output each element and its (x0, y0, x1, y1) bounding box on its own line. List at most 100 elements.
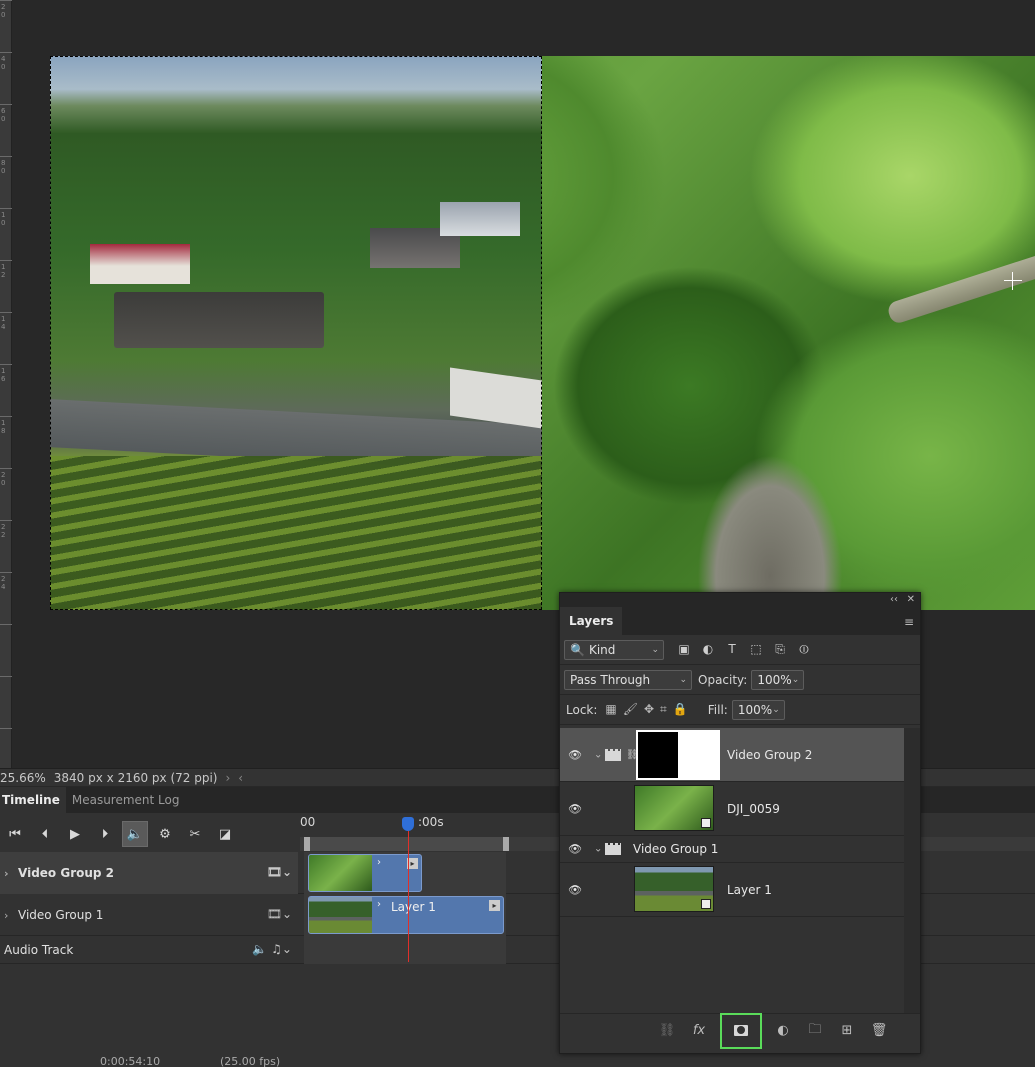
current-timecode: 0:00:54:10 (100, 1055, 161, 1067)
chevron-right-icon[interactable]: › (4, 867, 18, 880)
ruler-tick (0, 572, 12, 573)
ruler-label: 8 (1, 427, 6, 435)
film-menu-icon[interactable]: 🎞⌄ (267, 907, 292, 921)
ruler-label: 0 (1, 63, 6, 71)
aerial-video-frame (50, 56, 542, 610)
new-group-icon[interactable]: 🗀 (804, 1020, 826, 1042)
lock-position-icon[interactable]: ✥ (644, 702, 654, 717)
filter-shape-icon[interactable]: ⬚ (748, 642, 764, 657)
ruler-tick (0, 208, 12, 209)
blend-mode-select[interactable]: Pass Through ⌄ (564, 669, 692, 690)
layer-row[interactable]: 👁 ⌄ ⛓ Video Group 2 (560, 728, 904, 782)
close-icon[interactable]: ✕ (907, 593, 915, 607)
add-mask-icon[interactable] (720, 1012, 762, 1049)
timeline-clip[interactable]: › ▸ (308, 854, 422, 892)
work-area-bar[interactable] (304, 837, 509, 851)
document-canvas[interactable] (50, 56, 1035, 610)
filter-kind-select[interactable]: 🔍 Kind ⌄ (564, 639, 664, 660)
eye-icon[interactable]: 👁 (568, 883, 582, 896)
audio-playback-icon[interactable]: 🔈 (122, 821, 148, 847)
audio-menu-icon[interactable]: 🔈 ♫⌄ (252, 942, 292, 956)
ruler-tick (0, 416, 12, 417)
filter-toggle-icon[interactable]: ⏼ (796, 642, 812, 657)
zoom-level[interactable]: 25.66% (0, 771, 46, 785)
chevron-right-icon[interactable]: › (377, 899, 381, 910)
eye-icon[interactable]: 👁 (568, 802, 582, 815)
new-layer-icon[interactable]: ⊞ (836, 1020, 858, 1042)
document-info: 3840 px x 2160 px (72 ppi) (53, 770, 218, 785)
fx-icon[interactable]: fx (688, 1020, 710, 1042)
ruler-label: 8 (1, 159, 6, 167)
next-frame-icon[interactable]: ⏵ (90, 821, 120, 847)
ruler-label: 0 (1, 167, 6, 175)
go-to-first-frame-icon[interactable]: ⏮ (0, 821, 30, 847)
lock-artboard-icon[interactable]: ⌗ (660, 702, 667, 717)
transition-icon[interactable]: ◪ (210, 821, 240, 847)
ruler-label: 0 (1, 115, 6, 123)
layer-thumbnail[interactable] (634, 866, 714, 912)
play-icon[interactable]: ▶ (60, 821, 90, 847)
ruler-tick (0, 728, 12, 729)
eye-icon[interactable]: 👁 (568, 843, 582, 856)
status-arrow-icon[interactable]: › (225, 771, 230, 785)
lock-brush-icon[interactable]: 🖌 (623, 702, 638, 717)
layer-thumbnail[interactable] (634, 785, 714, 831)
ruler-label: 2 (1, 523, 6, 531)
ruler-tick (0, 364, 12, 365)
search-icon: 🔍 (570, 642, 585, 657)
filter-adjustment-icon[interactable]: ◐ (700, 642, 716, 657)
blend-row: Pass Through ⌄ Opacity: 100% ⌄ (560, 665, 920, 695)
lock-row: Lock: ▦ 🖌 ✥ ⌗ 🔒 Fill: 100% ⌄ (560, 695, 920, 725)
split-scissors-icon[interactable]: ✂ (180, 821, 210, 847)
ruler-tick (0, 260, 12, 261)
layer-row[interactable]: 👁 ⌄ Video Group 1 (560, 836, 904, 863)
previous-frame-icon[interactable]: ⏴ (30, 821, 60, 847)
chevron-down-icon: ⌄ (651, 644, 659, 655)
clip-menu-icon[interactable]: ▸ (489, 900, 500, 911)
ruler-tick (0, 520, 12, 521)
track-name: Video Group 2 (18, 866, 115, 880)
chevron-down-icon[interactable]: ⌄ (792, 675, 800, 685)
fill-field[interactable]: 100% ⌄ (731, 699, 785, 720)
video-group-icon (605, 843, 621, 855)
chevron-down-icon[interactable]: ⌄ (772, 705, 780, 715)
ruler-tick (0, 52, 12, 53)
delete-icon[interactable]: 🗑 (868, 1020, 890, 1042)
layers-panel: ‹‹ ✕ Layers ≡ 🔍 Kind ⌄ ▣ ◐ T ⬚ ⎘ ⏼ Pass … (559, 592, 921, 1054)
filter-pixel-icon[interactable]: ▣ (676, 642, 692, 657)
ruler-label: 4 (1, 55, 6, 63)
vertical-ruler: 204060801012141618202224 (0, 0, 12, 768)
status-back-icon[interactable]: ‹ (238, 771, 243, 785)
chevron-right-icon[interactable]: › (4, 909, 18, 922)
link-icon[interactable]: ⛓ (656, 1020, 678, 1042)
film-menu-icon[interactable]: 🎞⌄ (267, 865, 292, 879)
lock-transparency-icon[interactable]: ▦ (605, 702, 616, 717)
settings-gear-icon[interactable]: ⚙ (150, 821, 180, 847)
chevron-down-icon[interactable]: ⌄ (594, 844, 602, 855)
ruler-tick (0, 676, 12, 677)
panel-menu-icon[interactable]: ≡ (904, 615, 914, 629)
tab-layers[interactable]: Layers (560, 607, 623, 635)
collapse-icon[interactable]: ‹‹ (890, 593, 898, 607)
blend-mode-value: Pass Through (570, 672, 651, 687)
ruler-tick (0, 156, 12, 157)
filter-type-icon[interactable]: T (724, 642, 740, 657)
filter-smart-object-icon[interactable]: ⎘ (772, 642, 788, 657)
layers-scrollbar[interactable] (904, 728, 920, 1013)
layer-list: 👁 ⌄ ⛓ Video Group 2 👁 DJI_0059 👁 ⌄ Video… (560, 728, 904, 1013)
filter-row: 🔍 Kind ⌄ ▣ ◐ T ⬚ ⎘ ⏼ (560, 635, 920, 665)
layer-row[interactable]: 👁 Layer 1 (560, 863, 904, 917)
eye-icon[interactable]: 👁 (568, 748, 582, 761)
lock-all-icon[interactable]: 🔒 (673, 702, 688, 717)
layer-row[interactable]: 👁 DJI_0059 (560, 782, 904, 836)
adjustment-icon[interactable]: ◐ (772, 1020, 794, 1042)
chevron-down-icon[interactable]: ⌄ (594, 749, 602, 760)
timeline-clip[interactable]: › Layer 1 ▸ (308, 896, 504, 934)
chevron-right-icon[interactable]: › (377, 857, 381, 868)
tab-measurement-log[interactable]: Measurement Log (66, 787, 186, 813)
ruler-label: 2 (1, 271, 6, 279)
layer-mask-thumbnail[interactable] (636, 730, 720, 780)
opacity-field[interactable]: 100% ⌄ (751, 669, 805, 690)
playhead-icon[interactable] (402, 817, 414, 831)
tab-timeline[interactable]: Timeline (0, 787, 66, 813)
